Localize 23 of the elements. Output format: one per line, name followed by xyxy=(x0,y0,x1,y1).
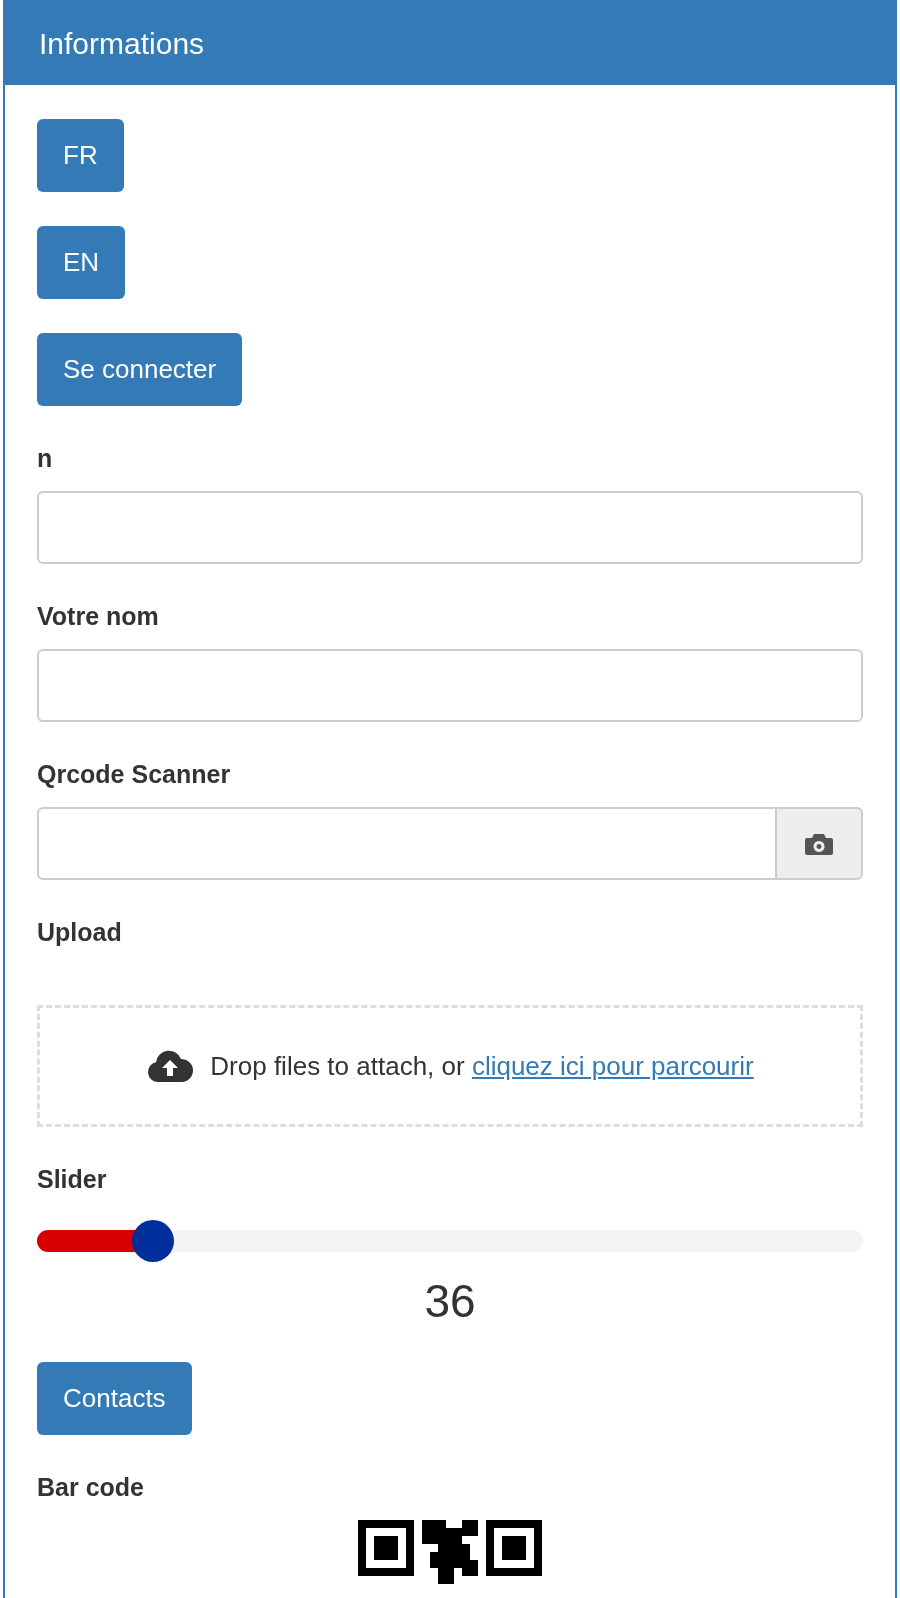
panel-title: Informations xyxy=(39,26,205,61)
input-field[interactable] xyxy=(37,807,777,880)
camera-button[interactable] xyxy=(777,807,863,880)
input-field[interactable] xyxy=(37,649,863,722)
slider-track[interactable] xyxy=(37,1220,863,1262)
field-label: Slider xyxy=(37,1165,107,1194)
browse-link[interactable]: cliquez ici pour parcourir xyxy=(471,1050,754,1081)
field-label: n xyxy=(37,444,53,473)
field-label: Bar code xyxy=(37,1473,144,1502)
drop-zone[interactable]: Drop files to attach, or cliquez ici pour parcourir xyxy=(37,1005,863,1127)
slider-value: 36 xyxy=(424,1274,476,1328)
language-button[interactable]: EN xyxy=(37,226,126,299)
field-label: Votre nom xyxy=(37,602,159,631)
cloud-upload-icon xyxy=(146,1048,195,1084)
drop-text: Drop files to attach, or cliquez ici pour parcourir xyxy=(210,1050,754,1082)
field-label: Upload xyxy=(37,918,122,947)
camera-icon xyxy=(804,831,834,856)
field-label: Qrcode Scanner xyxy=(37,760,231,789)
language-button[interactable]: Se connecter xyxy=(37,333,243,406)
slider-thumb[interactable] xyxy=(131,1220,174,1262)
language-button[interactable]: FR xyxy=(37,119,124,192)
contacts-button[interactable]: Contacts xyxy=(37,1362,192,1435)
input-field[interactable] xyxy=(37,491,863,564)
